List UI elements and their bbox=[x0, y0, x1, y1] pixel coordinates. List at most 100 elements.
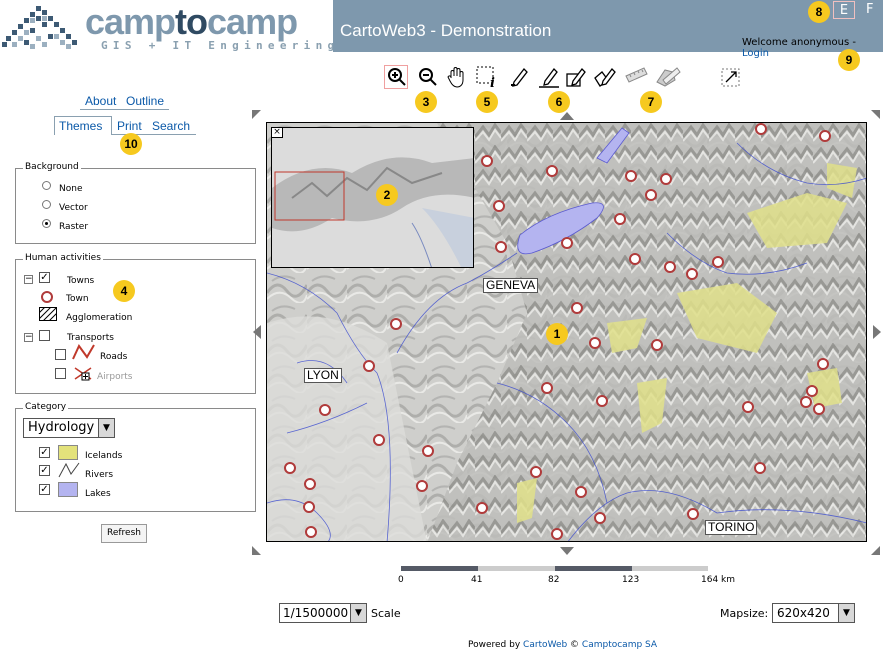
checkbox-towns[interactable]: ✓ bbox=[39, 272, 50, 283]
draw-polygon-icon[interactable] bbox=[594, 66, 618, 88]
query-info-icon[interactable]: i bbox=[476, 66, 498, 88]
scalebar-segment bbox=[555, 566, 632, 571]
pan-northeast-icon[interactable] bbox=[870, 110, 880, 120]
collapse-towns-icon[interactable]: − bbox=[24, 275, 33, 284]
callout-3: 3 bbox=[415, 91, 437, 113]
camptocamp-link[interactable]: Camptocamp SA bbox=[582, 640, 657, 650]
town-marker bbox=[589, 337, 601, 349]
checkbox-rivers[interactable]: ✓ bbox=[39, 465, 50, 476]
draw-point-icon[interactable] bbox=[508, 66, 530, 88]
pan-south-icon[interactable] bbox=[560, 547, 574, 555]
town-marker bbox=[800, 396, 812, 408]
callout-6: 6 bbox=[548, 91, 570, 113]
label-towns: Towns bbox=[67, 276, 95, 286]
town-marker bbox=[575, 486, 587, 498]
scale-tick: 123 bbox=[622, 575, 640, 585]
town-marker bbox=[664, 261, 676, 273]
chevron-down-icon: ▼ bbox=[838, 604, 854, 622]
logo-area: camptocamp GIS + IT Engineering bbox=[0, 0, 334, 52]
checkbox-roads[interactable] bbox=[55, 349, 66, 360]
category-legend: Category bbox=[23, 402, 69, 412]
radio-none[interactable] bbox=[42, 181, 51, 190]
town-marker bbox=[625, 170, 637, 182]
scale-select[interactable]: 1/1500000 ▼ bbox=[279, 603, 367, 623]
town-marker bbox=[754, 462, 766, 474]
tab-about[interactable]: About bbox=[85, 94, 116, 108]
checkbox-airports[interactable] bbox=[55, 368, 66, 379]
radio-raster[interactable] bbox=[42, 219, 51, 228]
callout-10: 10 bbox=[120, 133, 142, 155]
category-selected-value: Hydrology bbox=[28, 420, 95, 435]
callout-8: 8 bbox=[808, 1, 830, 23]
town-marker bbox=[561, 237, 573, 249]
pan-north-icon[interactable] bbox=[560, 112, 574, 120]
town-marker bbox=[303, 501, 315, 513]
label-icelands: Icelands bbox=[85, 451, 123, 461]
zoom-in-icon[interactable] bbox=[387, 67, 407, 87]
mapsize-value: 620x420 bbox=[777, 606, 830, 620]
overview-map[interactable] bbox=[271, 127, 474, 268]
scale-tick: 82 bbox=[548, 575, 560, 585]
pan-east-icon[interactable] bbox=[873, 325, 881, 339]
language-e-link[interactable]: E bbox=[833, 1, 855, 19]
cartoweb-link[interactable]: CartoWeb bbox=[523, 640, 567, 650]
checkbox-lakes[interactable]: ✓ bbox=[39, 484, 50, 495]
pan-west-icon[interactable] bbox=[253, 325, 261, 339]
town-marker bbox=[541, 382, 553, 394]
footer: Powered by CartoWeb © Camptocamp SA bbox=[468, 640, 658, 650]
collapse-transports-icon[interactable]: − bbox=[24, 333, 33, 342]
draw-rectangle-icon[interactable] bbox=[566, 66, 588, 88]
pan-southwest-icon[interactable] bbox=[252, 545, 262, 555]
measure-distance-icon[interactable] bbox=[624, 66, 648, 88]
label-vector: Vector bbox=[59, 203, 88, 213]
checkbox-transports[interactable] bbox=[39, 330, 50, 341]
town-marker bbox=[712, 256, 724, 268]
background-fieldset bbox=[15, 168, 256, 244]
town-marker bbox=[546, 165, 558, 177]
zoom-out-icon[interactable] bbox=[418, 67, 438, 87]
measure-area-icon[interactable] bbox=[655, 66, 681, 90]
tab-outline[interactable]: Outline bbox=[126, 94, 164, 108]
mapsize-select[interactable]: 620x420 ▼ bbox=[772, 603, 855, 623]
town-marker bbox=[817, 358, 829, 370]
map-label-torino: TORINO bbox=[705, 520, 758, 535]
map-label-lyon: LYON bbox=[304, 368, 342, 383]
draw-line-icon[interactable] bbox=[538, 66, 560, 88]
pan-southeast-icon[interactable] bbox=[870, 545, 880, 555]
logo-text: camptocamp bbox=[85, 1, 298, 42]
radio-vector[interactable] bbox=[42, 200, 51, 209]
svg-text:i: i bbox=[490, 76, 495, 88]
callout-4: 4 bbox=[113, 280, 135, 302]
tab-search[interactable]: Search bbox=[152, 119, 190, 133]
tab-print[interactable]: Print bbox=[117, 119, 142, 133]
town-marker bbox=[481, 155, 493, 167]
town-marker bbox=[422, 445, 434, 457]
scale-tick: 41 bbox=[471, 575, 483, 585]
town-marker bbox=[495, 241, 507, 253]
close-overview-icon[interactable]: × bbox=[271, 127, 283, 138]
background-legend: Background bbox=[23, 162, 81, 172]
full-extent-icon[interactable] bbox=[721, 68, 741, 88]
scale-label: Scale bbox=[371, 607, 401, 620]
tab-row-1-underline bbox=[80, 109, 169, 110]
checkbox-icelands[interactable]: ✓ bbox=[39, 447, 50, 458]
category-select[interactable]: Hydrology ▼ bbox=[23, 418, 115, 438]
pan-northwest-icon[interactable] bbox=[252, 110, 262, 120]
scale-tick: 164 km bbox=[701, 575, 736, 585]
pan-hand-icon[interactable] bbox=[447, 66, 467, 88]
town-marker bbox=[571, 302, 583, 314]
refresh-button[interactable]: Refresh bbox=[101, 524, 147, 543]
town-marker bbox=[551, 528, 563, 540]
agglomeration-symbol-icon bbox=[39, 307, 57, 321]
town-marker bbox=[806, 385, 818, 397]
town-marker bbox=[742, 401, 754, 413]
town-marker bbox=[651, 339, 663, 351]
icelands-symbol-icon bbox=[58, 445, 78, 460]
town-marker bbox=[530, 466, 542, 478]
label-transports: Transports bbox=[67, 333, 114, 343]
language-f-link[interactable]: F bbox=[866, 1, 873, 19]
town-marker bbox=[614, 213, 626, 225]
login-link[interactable]: Login bbox=[742, 48, 769, 59]
tab-themes[interactable]: Themes bbox=[59, 119, 102, 133]
label-town: Town bbox=[66, 294, 89, 304]
